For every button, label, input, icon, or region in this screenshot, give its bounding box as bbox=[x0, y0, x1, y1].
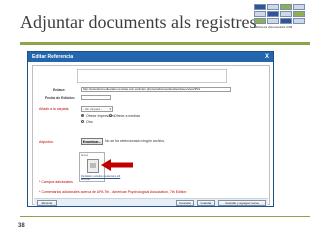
notes-area[interactable] bbox=[77, 69, 227, 83]
dialog-header: Editar Referencia X bbox=[28, 52, 273, 62]
title-divider bbox=[20, 42, 310, 45]
folder-select-value: - Sin carpeta - bbox=[83, 107, 102, 111]
logo-text: Biblioteca d'Humanitats UAB bbox=[254, 25, 293, 29]
library-logo: Biblioteca d'Humanitats UAB bbox=[254, 4, 312, 30]
remove-attachment-link[interactable]: Eliminar bbox=[81, 178, 90, 181]
save-and-add-button[interactable]: Guardar y agregar nueva bbox=[218, 200, 266, 206]
radio-option-2-label: Ofrece a medida bbox=[114, 114, 140, 118]
dialog-title: Editar Referencia bbox=[32, 54, 74, 60]
preview-title: Anexo bbox=[81, 154, 89, 157]
delete-button[interactable]: Eliminar bbox=[37, 200, 57, 206]
url-label: Enlace: bbox=[53, 88, 66, 92]
close-icon[interactable]: X bbox=[265, 54, 269, 60]
arrow-left-icon bbox=[101, 159, 133, 171]
radio-option-3[interactable] bbox=[81, 120, 84, 123]
browse-button[interactable]: Examinar... bbox=[81, 138, 103, 145]
add-folder-label: Añadir a la carpeta: bbox=[39, 107, 70, 111]
radio-option-3-label: Otro bbox=[86, 120, 93, 124]
radio-option-1[interactable] bbox=[81, 114, 84, 117]
attachment-label: Adjuntos: bbox=[39, 140, 54, 144]
page-number: 38 bbox=[18, 223, 25, 229]
footer-divider bbox=[20, 216, 310, 217]
browse-note: No se ha seleccionado ningún archivo. bbox=[105, 139, 166, 143]
folder-select[interactable]: - Sin carpeta - ▾ bbox=[81, 106, 113, 112]
date-field[interactable] bbox=[81, 95, 111, 100]
radio-option-2[interactable] bbox=[109, 114, 112, 117]
dialog-form: Enlace: http://estudiosmedievales.revist… bbox=[32, 65, 270, 206]
slide-title: Adjuntar documents als registres bbox=[20, 12, 257, 32]
date-label: Fecha de Edición: bbox=[45, 96, 75, 100]
dialog-footer: Eliminar Cancelar Guardar Guardar y agre… bbox=[34, 198, 268, 206]
additional-fields-note: * Campos adicionales bbox=[39, 180, 73, 184]
edit-reference-dialog: Editar Referencia X Enlace: http://estud… bbox=[27, 51, 274, 207]
save-button[interactable]: Guardar bbox=[197, 200, 215, 206]
document-thumbnail-icon bbox=[87, 159, 99, 173]
cancel-button[interactable]: Cancelar bbox=[176, 200, 194, 206]
url-field[interactable]: http://estudiosmedievales.revistas.csic.… bbox=[81, 87, 231, 92]
chevron-down-icon: ▾ bbox=[109, 107, 111, 111]
comments-note: * Comentarios adicionales acerca de APA … bbox=[39, 190, 187, 194]
